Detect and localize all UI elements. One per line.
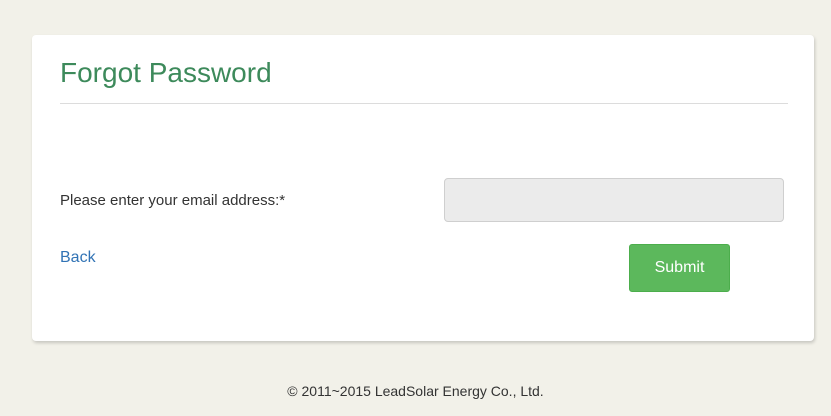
forgot-password-card: Forgot Password Please enter your email … xyxy=(32,35,814,341)
submit-button[interactable]: Submit xyxy=(629,244,730,292)
back-link[interactable]: Back xyxy=(60,249,96,267)
email-label: Please enter your email address:* xyxy=(60,192,286,209)
page-title: Forgot Password xyxy=(60,57,272,88)
title-divider xyxy=(60,103,788,104)
footer-copyright: © 2011~2015 LeadSolar Energy Co., Ltd. xyxy=(287,383,544,399)
email-field[interactable] xyxy=(444,178,784,222)
